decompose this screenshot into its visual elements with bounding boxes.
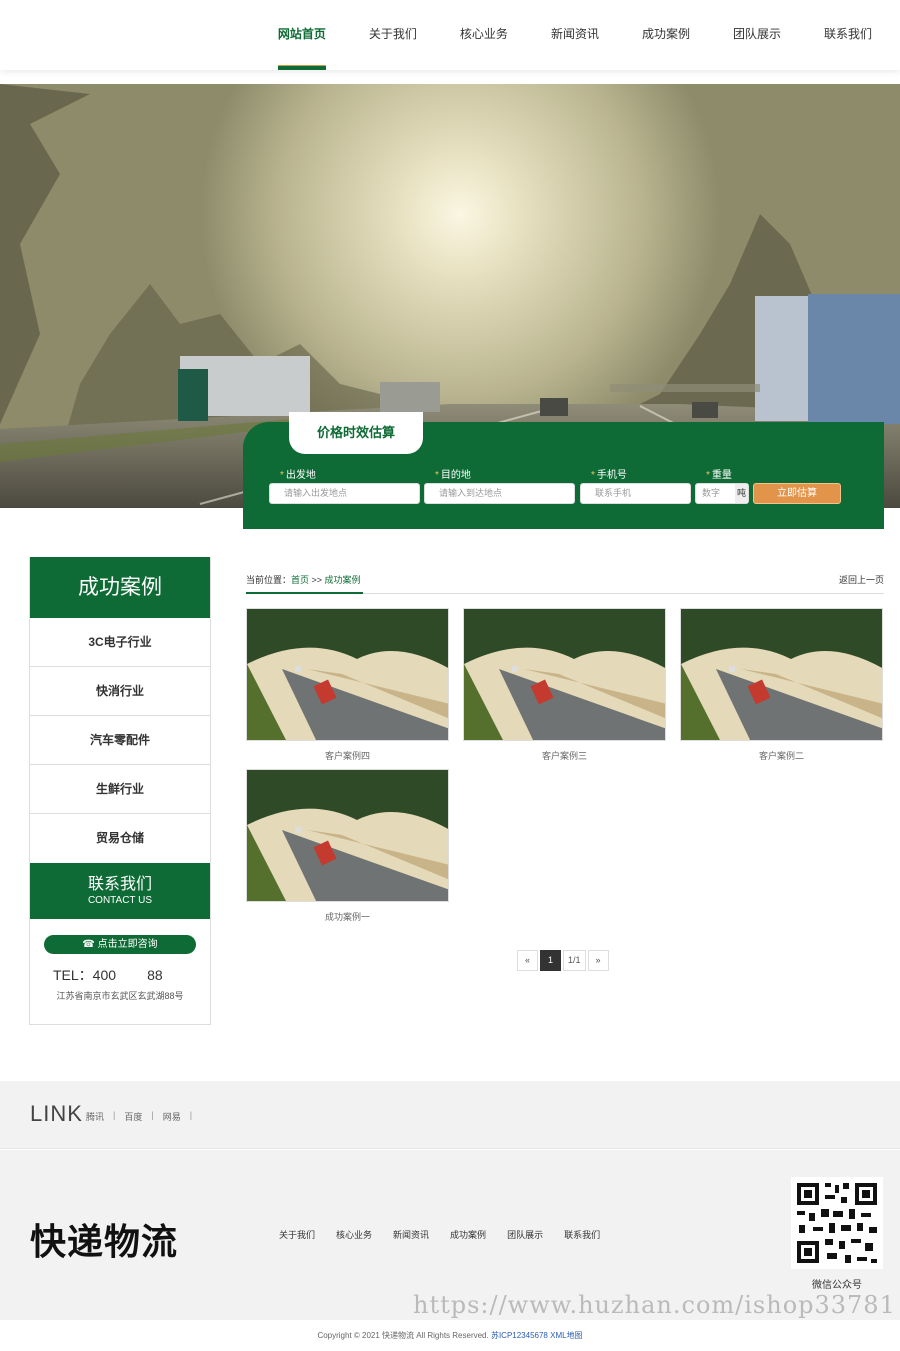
contact-address: 江苏省南京市玄武区玄武湖88号 [56,991,184,1001]
case-card[interactable]: 客户案例二 [680,608,883,762]
back-link[interactable]: 返回上一页 [839,573,884,587]
origin-field: * 出发地 请输入出发地点 [243,469,420,504]
highway-truck-image [247,770,448,901]
estimate-panel: 价格时效估算 * 出发地 请输入出发地点 * 目的地 请输入到达地点 * 手机号 联系… [243,412,884,529]
weight-placeholder: 数字 [702,488,721,498]
link-separator: | [151,1110,154,1120]
case-thumbnail[interactable] [246,608,449,741]
breadcrumb-home-link[interactable]: 首页 [291,575,309,585]
link-baidu[interactable]: 百度 [124,1110,142,1123]
footer-nav: 关于我们 核心业务 新闻资讯 成功案例 团队展示 联系我们 [279,1228,621,1241]
nav-news[interactable]: 新闻资讯 [551,0,599,70]
weight-unit: 吨 [735,484,748,503]
footer-nav-cases[interactable]: 成功案例 [450,1228,486,1241]
contact-title: 联系我们 [87,876,152,893]
required-mark: * [591,470,595,481]
sidebar-item-auto-parts[interactable]: 汽车零配件 [30,716,210,765]
sidebar-item-fmcg[interactable]: 快消行业 [30,667,210,716]
copyright-bar: Copyright © 2021 快递物流 All Rights Reserve… [0,1320,900,1351]
contact-subtitle: CONTACT US [87,895,153,906]
nav-contact[interactable]: 联系我们 [824,0,872,70]
nav-home[interactable]: 网站首页 [277,0,326,70]
highway-truck-image [247,609,448,740]
estimate-submit-button[interactable]: 立即估算 [753,483,841,504]
sidebar-item-warehouse[interactable]: 贸易仓储 [30,814,210,863]
case-title[interactable]: 客户案例四 [246,749,449,762]
required-mark: * [706,470,710,481]
required-mark: * [280,470,284,481]
phone-icon: ☎ [82,939,98,950]
origin-label: 出发地 [285,470,316,481]
links-title: LINK [30,1101,83,1126]
sidebar-item-fresh[interactable]: 生鲜行业 [30,765,210,814]
consult-button[interactable]: ☎ 点击立即咨询 [44,935,196,954]
icp-link[interactable]: 苏ICP12345678 [491,1331,548,1340]
xml-sitemap-link[interactable]: XML地图 [548,1331,582,1340]
footer-nav-business[interactable]: 核心业务 [336,1228,372,1241]
estimate-title: 价格时效估算 [289,412,423,454]
case-title[interactable]: 客户案例二 [680,749,883,762]
sidebar: 成功案例 3C电子行业 快消行业 汽车零配件 生鲜行业 贸易仓储 联系我们 CO… [29,557,211,1025]
breadcrumb-current[interactable]: 成功案例 [325,575,361,585]
weight-input[interactable]: 数字 吨 [695,483,749,504]
breadcrumb-separator: >> [309,575,325,585]
weight-field: * 重量 数字 吨 [669,469,749,504]
prev-page-button[interactable]: « [517,950,538,971]
copyright-text: Copyright © 2021 快递物流 All Rights Reserve… [317,1331,491,1340]
destination-field: * 目的地 请输入到达地点 [398,469,575,504]
pagination: « 1 1/1 » [517,950,611,971]
site-header: 网站首页 关于我们 核心业务 新闻资讯 成功案例 团队展示 联系我们 [0,0,900,70]
case-thumbnail[interactable] [463,608,666,741]
qr-label: 微信公众号 [812,1280,862,1291]
case-thumbnail[interactable] [246,769,449,902]
link-separator: | [113,1110,116,1120]
highway-truck-image [681,609,882,740]
watermark-text: https://www.huzhan.com/ishop33781 [413,1291,896,1319]
destination-label: 目的地 [440,470,471,481]
contact-header: 联系我们 CONTACT US [30,863,210,919]
breadcrumb: 当前位置：首页 >> 成功案例 返回上一页 [246,573,884,594]
qr-code-image [791,1177,883,1269]
link-separator: | [189,1110,193,1120]
sidebar-title: 成功案例 [30,557,210,618]
required-mark: * [435,470,439,481]
chevron-double-right-icon: » [595,955,601,965]
main-nav: 网站首页 关于我们 核心业务 新闻资讯 成功案例 团队展示 联系我们 [235,0,872,70]
footer-nav-about[interactable]: 关于我们 [279,1228,315,1241]
footer-nav-news[interactable]: 新闻资讯 [393,1228,429,1241]
case-title[interactable]: 客户案例三 [463,749,666,762]
consult-button-label: 点击立即咨询 [97,939,158,950]
case-card[interactable]: 成功案例一 [246,769,449,923]
case-card[interactable]: 客户案例三 [463,608,666,762]
nav-business[interactable]: 核心业务 [460,0,508,70]
link-tencent[interactable]: 腾讯 [86,1110,104,1123]
link-netease[interactable]: 网易 [163,1110,181,1123]
destination-input[interactable]: 请输入到达地点 [424,483,575,504]
qr-code [791,1177,883,1269]
page-1-button[interactable]: 1 [540,950,561,971]
nav-about[interactable]: 关于我们 [369,0,417,70]
weight-label: 重量 [711,470,732,481]
phone-label: 手机号 [596,470,627,481]
site-footer: 快递物流 关于我们 核心业务 新闻资讯 成功案例 团队展示 联系我们 微信公众号… [0,1150,900,1320]
next-page-button[interactable]: » [587,950,609,971]
highway-truck-image [464,609,665,740]
contact-tel: TEL：400 88 [53,967,163,983]
footer-nav-contact[interactable]: 联系我们 [564,1228,600,1241]
footer-logo[interactable]: 快递物流 [30,1213,178,1265]
breadcrumb-prefix: 当前位置： [246,575,292,585]
sidebar-item-3c[interactable]: 3C电子行业 [30,618,210,667]
chevron-double-left-icon: « [524,955,530,965]
page-info: 1/1 [563,950,586,971]
nav-team[interactable]: 团队展示 [733,0,781,70]
case-thumbnail[interactable] [680,608,883,741]
nav-cases[interactable]: 成功案例 [642,0,690,70]
case-card[interactable]: 客户案例四 [246,608,449,762]
friend-links: LINK 腾讯 | 百度 | 网易 | [0,1081,900,1149]
footer-nav-team[interactable]: 团队展示 [507,1228,543,1241]
case-title[interactable]: 成功案例一 [246,910,449,923]
